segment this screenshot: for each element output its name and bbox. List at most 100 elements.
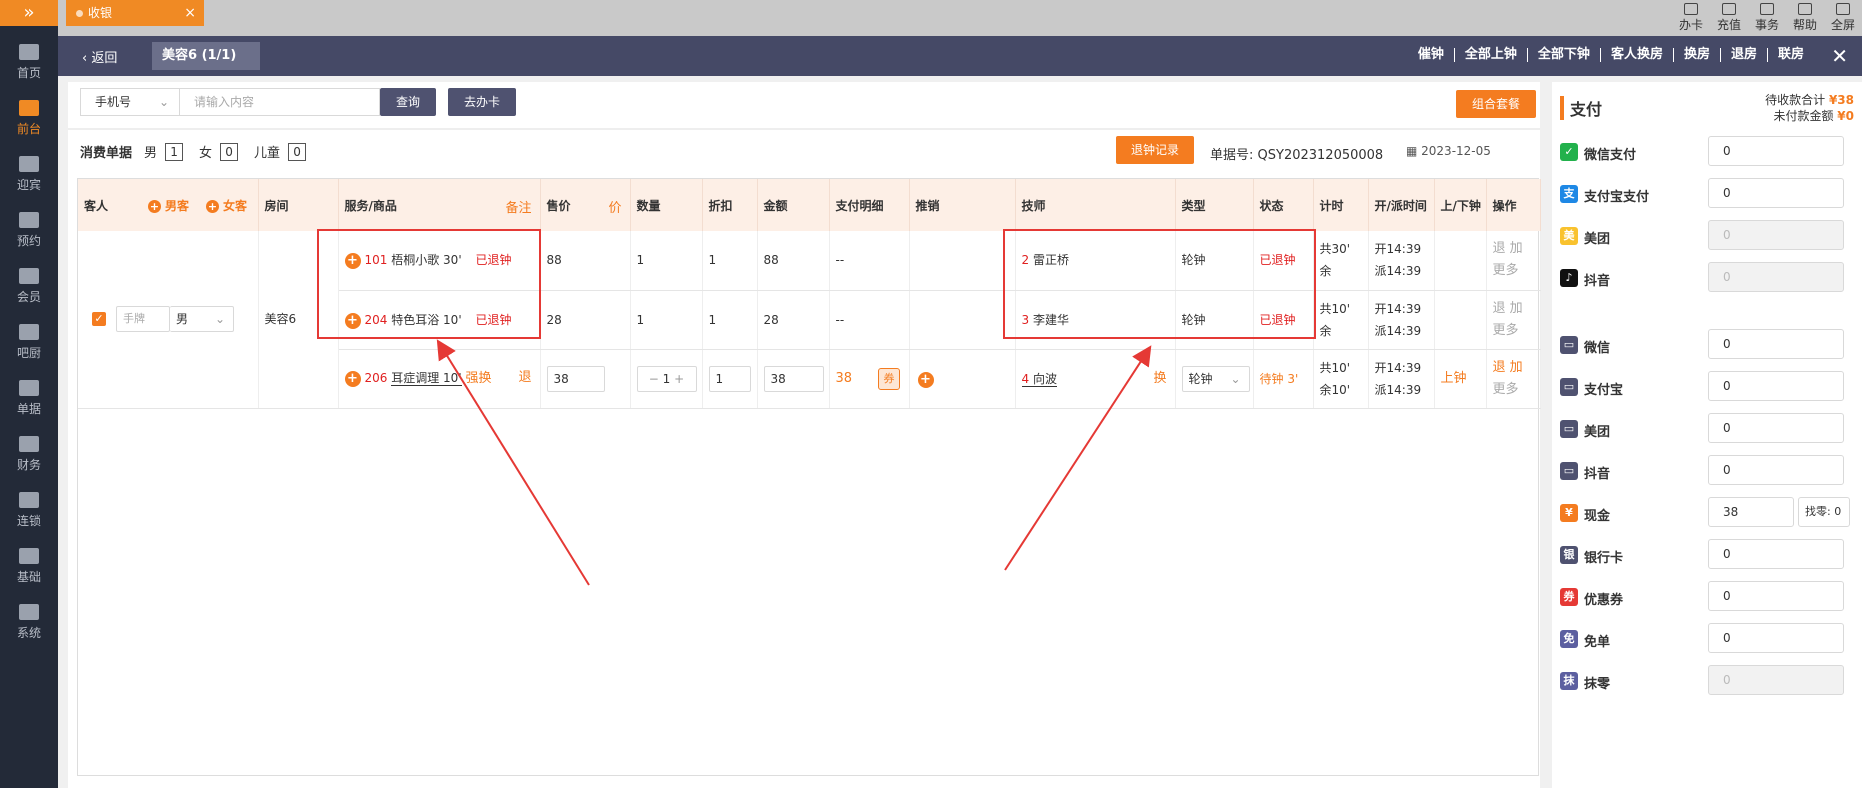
calendar-icon: ▦ [1406, 144, 1422, 158]
room-actions: 催钟 全部上钟 全部下钟 客人换房 换房 退房 联房 [1408, 48, 1814, 62]
note-link[interactable]: 备注 [505, 197, 531, 216]
paydetail-cell: -- [829, 231, 910, 291]
sidebar-item-6[interactable]: 单据 [0, 366, 58, 422]
room-action-3[interactable]: 客人换房 [1601, 48, 1674, 62]
close-icon[interactable]: ✕ [1831, 44, 1848, 68]
go-card-button[interactable]: 去办卡 [448, 88, 516, 116]
sidebar-item-9[interactable]: 基础 [0, 534, 58, 590]
service-name-input[interactable]: 耳症调理 10' [391, 371, 462, 386]
status-cell: 待钟 3' [1253, 349, 1314, 409]
col-promo: 推销 [909, 179, 1016, 231]
ops-cell[interactable]: 退 加更多 [1486, 290, 1541, 350]
amount-cell: 88 [757, 231, 830, 291]
sidebar-item-1[interactable]: 前台 [0, 86, 58, 142]
price-input[interactable]: 38 [546, 365, 605, 392]
pay-amount-input[interactable]: 0 [1708, 413, 1844, 444]
sidebar-toggle-button[interactable]: » [0, 0, 58, 26]
sidebar-item-2[interactable]: 迎宾 [0, 142, 58, 198]
tool-0[interactable]: 办卡 [1672, 0, 1710, 36]
search-type-select[interactable]: 手机号 ⌄ [80, 88, 180, 116]
pay-amount-input[interactable]: 0 [1708, 455, 1844, 486]
add-male-button[interactable]: + 男客 [148, 197, 189, 214]
sidebar-item-5[interactable]: 吧厨 [0, 310, 58, 366]
payment-panel: 支付 待收款合计 ¥38 未付款金额 ¥0 ✓ 微信支付 0 支支付宝支付 0 美美团 0 ♪… [1552, 82, 1862, 788]
tab-cashier[interactable]: 收银 × [66, 0, 204, 26]
pay-amount-input[interactable]: 0 [1708, 623, 1844, 654]
ops-cell[interactable]: 退 加更多 [1486, 231, 1541, 291]
col-guest: 客人 + 男客 + 女客 [78, 179, 259, 231]
coupon-button[interactable]: 券 [878, 368, 901, 390]
start-clock-button[interactable]: 上钟 [1434, 349, 1487, 409]
add-service-icon[interactable]: + [344, 371, 361, 387]
pay-amount-input[interactable]: 0 [1708, 371, 1844, 402]
male-count[interactable]: 1 [165, 142, 184, 161]
sidebar-item-3[interactable]: 预约 [0, 198, 58, 254]
top-tools: 办卡 充值 事务 帮助 全屏 [1672, 0, 1862, 36]
pay-method-label: 微信 [1584, 341, 1611, 357]
pay-amount-input[interactable]: 0 [1708, 136, 1844, 166]
tab-dot-icon [76, 10, 83, 17]
tool-2[interactable]: 事务 [1748, 0, 1786, 36]
female-count[interactable]: 0 [220, 142, 239, 161]
tech-input[interactable]: 4 向波 [1021, 371, 1057, 387]
sidebar-item-7[interactable]: 财务 [0, 422, 58, 478]
hand-card-input[interactable]: 手牌 [116, 306, 170, 333]
pay-method-row: ¥ 现金 38 找零: 0 [1560, 497, 1856, 529]
room-action-0[interactable]: 催钟 [1408, 48, 1455, 62]
timer-cell: 共10' 余10' [1313, 349, 1369, 409]
amount-input[interactable]: 38 [763, 365, 824, 392]
refund-link[interactable]: 退 [518, 367, 531, 389]
tool-1[interactable]: 充值 [1710, 0, 1748, 36]
meituan-icon: 美 [1560, 227, 1578, 245]
tool-4[interactable]: 全屏 [1824, 0, 1862, 36]
pay-amount-input[interactable]: 38 [1708, 497, 1794, 528]
due-value: ¥38 [1828, 93, 1854, 107]
sidebar-item-label: 预约 [16, 234, 41, 248]
sidebar-item-label: 会员 [16, 290, 41, 304]
room-action-1[interactable]: 全部上钟 [1455, 48, 1528, 62]
pay-amount-input[interactable]: 0 [1708, 581, 1844, 612]
tool-icon [1760, 3, 1774, 15]
pay-amount-input[interactable]: 0 [1708, 329, 1844, 360]
force-swap-link[interactable]: 强换 [465, 371, 491, 386]
gender-select[interactable]: 男 ⌄ [170, 306, 234, 333]
swap-tech-link[interactable]: 换 [1153, 368, 1166, 390]
search-input[interactable]: 请输入内容 [180, 88, 380, 116]
room-action-2[interactable]: 全部下钟 [1528, 48, 1601, 62]
add-promo-icon[interactable]: + [917, 371, 934, 388]
pay-method-row: ✓ 微信支付 0 [1560, 136, 1856, 168]
col-room: 房间 [258, 179, 339, 231]
pay-amount-input[interactable]: 0 [1708, 539, 1844, 570]
sidebar-item-10[interactable]: 系统 [0, 590, 58, 646]
back-button[interactable]: ‹ 返回 [82, 47, 117, 66]
qty-stepper[interactable]: − 1 + [636, 365, 697, 392]
discount-input[interactable]: 1 [708, 365, 751, 392]
pay-amount-input[interactable]: 0 [1708, 178, 1844, 208]
add-female-button[interactable]: + 女客 [206, 197, 247, 214]
combo-package-button[interactable]: 组合套餐 [1456, 90, 1536, 118]
room-action-4[interactable]: 换房 [1674, 48, 1721, 62]
sidebar-item-label: 首页 [16, 66, 41, 80]
room-action-5[interactable]: 退房 [1721, 48, 1768, 62]
child-count[interactable]: 0 [288, 142, 307, 161]
tab-close-icon[interactable]: × [184, 0, 196, 26]
paydetail-cell: 38 券 [829, 349, 910, 409]
col-ops: 操作 [1486, 179, 1541, 231]
query-button[interactable]: 查询 [380, 88, 436, 116]
room-action-6[interactable]: 联房 [1768, 48, 1814, 62]
sidebar-item-4[interactable]: 会员 [0, 254, 58, 310]
col-tech: 技师 [1015, 179, 1176, 231]
sidebar-item-label: 基础 [16, 570, 41, 584]
ops-cell[interactable]: 退 加更多 [1486, 349, 1541, 409]
pay-method-label: 银行卡 [1584, 551, 1624, 567]
guest-checkbox[interactable]: ✓ [92, 312, 106, 327]
pay-method-label: 微信支付 [1584, 148, 1637, 163]
tool-label: 办卡 [1678, 18, 1703, 32]
refund-record-button[interactable]: 退钟记录 [1116, 136, 1194, 164]
price-link[interactable]: 价 [608, 197, 621, 216]
type-select[interactable]: 轮钟 ⌄ [1181, 365, 1250, 392]
calendar-icon [19, 212, 39, 228]
sidebar-item-8[interactable]: 连锁 [0, 478, 58, 534]
tool-3[interactable]: 帮助 [1786, 0, 1824, 36]
sidebar-item-0[interactable]: 首页 [0, 30, 58, 86]
